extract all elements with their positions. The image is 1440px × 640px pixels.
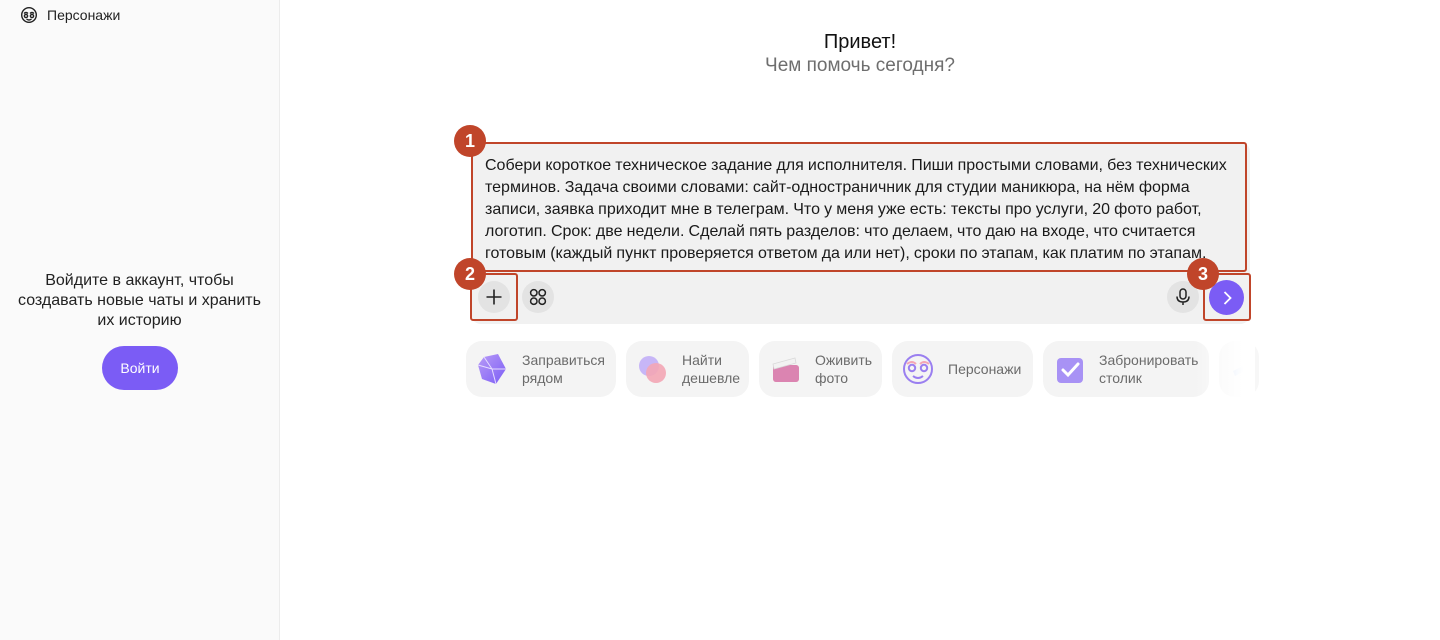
- suggestion-chip-label: Забронировать столик: [1099, 352, 1199, 386]
- suggestion-chip-animate-photo[interactable]: Оживить фото: [759, 341, 882, 397]
- fuel-crystal-icon: [477, 354, 506, 385]
- clapperboard-icon: [772, 357, 799, 382]
- chips-fade: [1195, 341, 1255, 397]
- price-bubbles-icon: [639, 356, 666, 383]
- sidebar: Персонажи Войдите в аккаунт, чтобы созда…: [0, 0, 280, 640]
- login-button[interactable]: Войти: [102, 346, 178, 390]
- suggestion-chip-book-table[interactable]: Забронировать столик: [1043, 341, 1209, 397]
- greeting-subtitle: Чем помочь сегодня?: [765, 55, 955, 76]
- suggestion-chip-label: Оживить фото: [815, 352, 873, 386]
- suggestion-chip-label: Заправиться рядом: [522, 352, 605, 386]
- sidebar-item-label: Персонажи: [47, 7, 121, 23]
- annotation-badge-3: 3: [1187, 258, 1219, 290]
- prompt-text[interactable]: Собери короткое техническое задание для …: [485, 155, 1231, 265]
- suggestion-chip-label: Найти дешевле: [682, 352, 741, 386]
- suggestion-chip-label: Персонажи: [948, 361, 1022, 377]
- annotation-badge-2: 2: [454, 258, 486, 290]
- microphone-icon: [1176, 288, 1190, 305]
- greeting-title: Привет!: [823, 31, 897, 53]
- apps-icon: [529, 288, 547, 306]
- suggestion-chip-characters[interactable]: Персонажи: [892, 341, 1033, 397]
- sidebar-item-characters[interactable]: Персонажи: [20, 5, 120, 25]
- login-prompt: Войдите в аккаунт, чтобы создавать новые…: [18, 272, 261, 329]
- character-face-icon: [903, 354, 933, 384]
- prompt-input[interactable]: Собери короткое техническое задание для …: [471, 142, 1247, 272]
- apps-button[interactable]: [522, 281, 554, 313]
- suggestion-chip-cheaper[interactable]: Найти дешевле: [626, 341, 749, 397]
- annotation-badge-1: 1: [454, 125, 486, 157]
- characters-icon: [20, 6, 38, 24]
- booking-check-icon: [1057, 358, 1083, 383]
- suggestion-chip-refuel[interactable]: Заправиться рядом: [466, 341, 616, 397]
